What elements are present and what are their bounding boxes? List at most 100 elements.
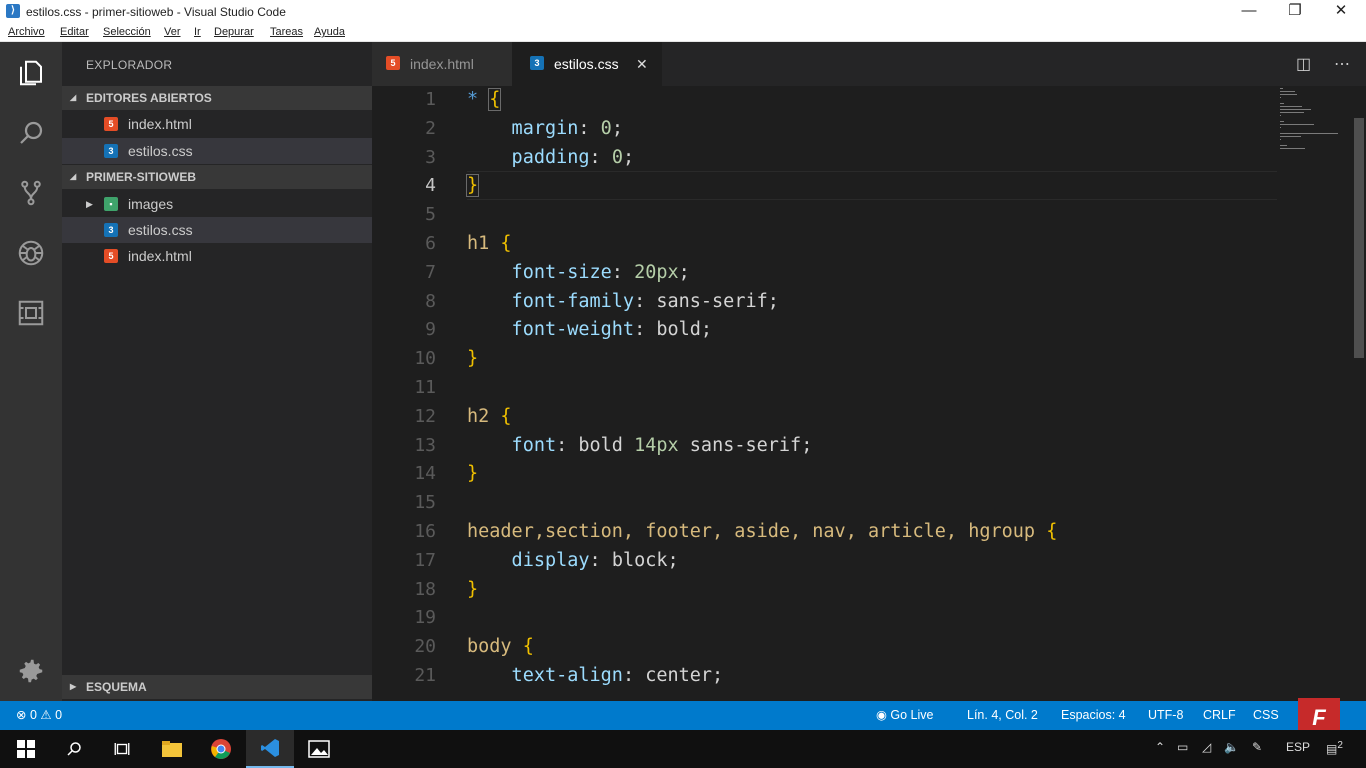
minimap-line (1280, 133, 1339, 134)
menu-seleccion[interactable]: Selección (103, 26, 151, 38)
language-mode[interactable]: CSS (1253, 701, 1279, 730)
code-token: { (500, 233, 512, 254)
menu-ayuda[interactable]: Ayuda (314, 26, 345, 38)
close-icon[interactable]: ✕ (636, 42, 648, 86)
file-name: index.html (128, 248, 192, 264)
tree-folder-images[interactable]: ▶ ▪ images (62, 191, 372, 217)
tablet-icon[interactable]: ▭ (1177, 740, 1188, 754)
photos-icon[interactable] (295, 730, 343, 768)
code-token: : (634, 290, 657, 312)
cursor-position[interactable]: Lín. 4, Col. 2 (967, 701, 1038, 730)
code-line[interactable]: margin: 0; (467, 114, 623, 143)
code-token: display (467, 549, 590, 571)
outline-section[interactable]: ▶ ESQUEMA (62, 675, 372, 699)
code-line[interactable]: } (467, 575, 478, 604)
minimap[interactable] (1278, 86, 1348, 701)
volume-icon[interactable]: 🔈 (1224, 740, 1239, 754)
code-line[interactable]: text-align: center; (467, 661, 724, 690)
pen-icon[interactable]: ✎ (1252, 740, 1262, 754)
go-live-label: Go Live (890, 708, 934, 722)
tree-file-index-html[interactable]: 5 index.html (62, 243, 372, 269)
code-token: * (467, 89, 490, 110)
menu-ir[interactable]: Ir (194, 26, 201, 38)
debug-icon[interactable] (0, 228, 62, 278)
code-line[interactable]: padding: 0; (467, 143, 635, 172)
windows-start-icon[interactable] (2, 730, 50, 768)
line-number: 2 (425, 117, 436, 139)
tab-index-html[interactable]: 5 index.html (372, 42, 512, 86)
tree-file-estilos-css[interactable]: 3 estilos.css (62, 217, 372, 243)
code-line[interactable]: h2 { (467, 402, 512, 431)
minimap-line (1280, 148, 1306, 149)
menu-ver[interactable]: Ver (164, 26, 181, 38)
explorer-icon[interactable] (0, 48, 62, 98)
code-editor[interactable]: 1 2 3 4 5 6 7 8 9 10 11 12 13 14 15 16 17 18 19 20 21 * { ma… (372, 86, 1366, 701)
code-token: body (467, 636, 523, 658)
menu-archivo[interactable]: Archivo (8, 26, 45, 38)
vertical-scrollbar[interactable] (1352, 86, 1366, 701)
code-line[interactable]: font: bold 14px sans-serif; (467, 431, 813, 460)
code-line[interactable]: font-family: sans-serif; (467, 287, 779, 316)
chrome-icon[interactable] (197, 730, 245, 768)
line-number: 18 (414, 578, 436, 600)
task-view-icon[interactable] (98, 730, 146, 768)
minimap-line (1280, 109, 1311, 110)
notifications-icon[interactable]: ▤2 (1326, 740, 1343, 756)
code-token: sans-serif (678, 434, 802, 456)
minimize-button[interactable]: — (1226, 0, 1272, 24)
code-token: : (611, 261, 635, 283)
broadcast-icon: ◉ (876, 708, 887, 722)
problems-indicator[interactable]: ⊗ 0 ⚠ 0 (16, 701, 62, 730)
line-number: 13 (414, 434, 436, 456)
network-icon[interactable]: ◿ (1202, 740, 1211, 754)
code-line[interactable]: * { (467, 86, 502, 114)
gear-icon[interactable] (0, 646, 62, 696)
vscode-icon[interactable] (246, 730, 294, 768)
maximize-button[interactable]: ❐ (1272, 0, 1318, 24)
code-token: : (556, 434, 579, 456)
code-line[interactable]: h1 { (467, 229, 512, 258)
code-token: : (589, 549, 612, 571)
code-token: } (467, 348, 479, 370)
code-token: margin (467, 117, 579, 139)
more-actions-icon[interactable]: ⋯ (1334, 54, 1350, 74)
chevron-down-icon: ◢ (70, 93, 77, 102)
explorer-header: EXPLORADOR (86, 58, 173, 72)
project-section[interactable]: ◢ PRIMER-SITIOWEB (62, 165, 372, 189)
file-name: index.html (128, 116, 192, 132)
menu-depurar[interactable]: Depurar (214, 26, 254, 38)
folder-icon: ▪ (104, 197, 118, 211)
encoding-setting[interactable]: UTF-8 (1148, 701, 1183, 730)
tab-estilos-css[interactable]: 3 estilos.css ✕ (512, 42, 662, 86)
split-editor-icon[interactable]: ◫ (1296, 54, 1311, 74)
code-token: bold (578, 434, 635, 456)
open-editors-section[interactable]: ◢ EDITORES ABIERTOS (62, 86, 372, 110)
code-line[interactable]: } (467, 459, 478, 488)
menu-tareas[interactable]: Tareas (270, 26, 303, 38)
file-explorer-icon[interactable] (148, 730, 196, 768)
search-icon[interactable] (0, 108, 62, 158)
close-window-button[interactable]: ✕ (1318, 0, 1364, 24)
code-token: 14px (634, 434, 679, 456)
search-icon[interactable] (50, 730, 98, 768)
code-line[interactable]: display: block; (467, 546, 679, 575)
input-language[interactable]: ESP (1286, 740, 1310, 754)
source-control-icon[interactable] (0, 168, 62, 218)
code-line[interactable]: } (465, 171, 480, 200)
go-live-button[interactable]: ◉ Go Live (876, 701, 934, 730)
code-line[interactable]: font-weight: bold; (467, 315, 713, 344)
code-line[interactable]: font-size: 20px; (467, 258, 690, 287)
code-line[interactable]: } (467, 344, 478, 373)
open-editor-index-html[interactable]: 5 index.html (62, 111, 372, 137)
menu-editar[interactable]: Editar (60, 26, 89, 38)
indentation-setting[interactable]: Espacios: 4 (1061, 701, 1126, 730)
code-token: ; (667, 549, 679, 571)
scrollbar-thumb[interactable] (1354, 118, 1364, 358)
code-line[interactable]: body { (467, 632, 534, 661)
line-number: 5 (425, 204, 436, 226)
eol-setting[interactable]: CRLF (1203, 701, 1236, 730)
code-line[interactable]: header,section, footer, aside, nav, arti… (467, 517, 1057, 546)
open-editor-estilos-css[interactable]: 3 estilos.css (62, 138, 372, 164)
extensions-icon[interactable] (0, 288, 62, 338)
tray-expand-icon[interactable]: ⌃ (1155, 740, 1165, 754)
